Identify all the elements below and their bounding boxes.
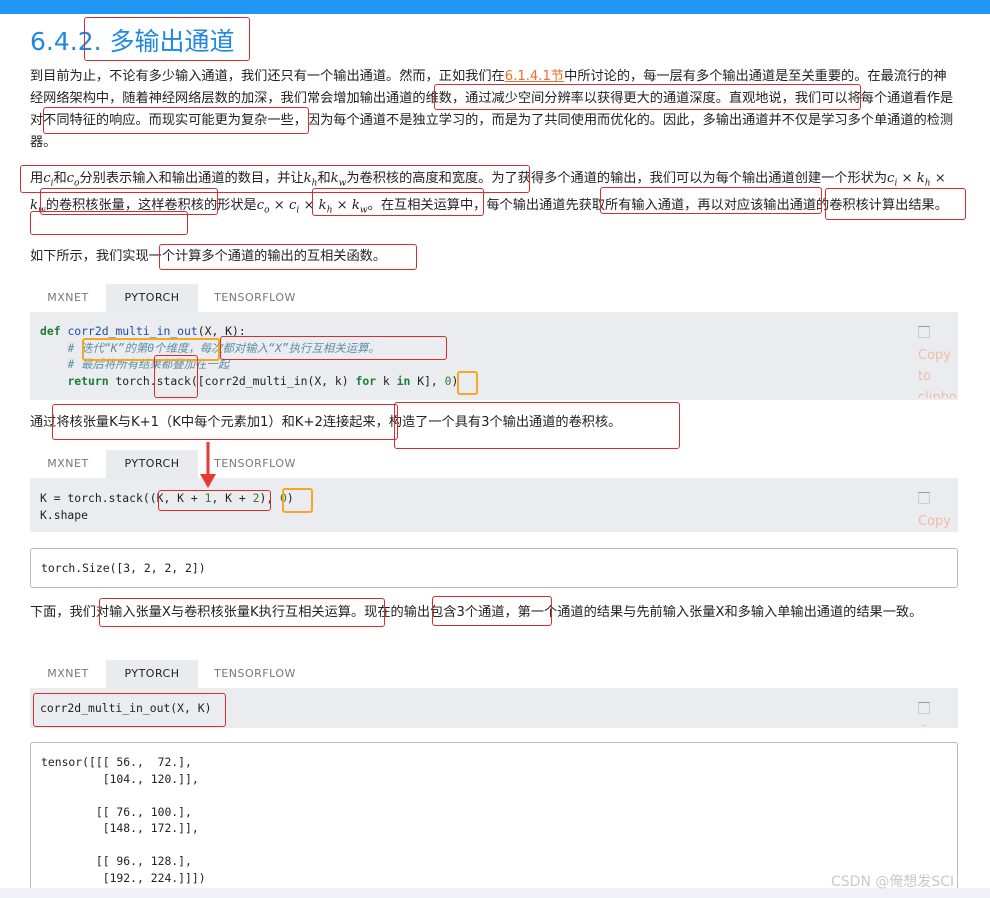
paragraph-definitions: 用ci和co分别表示输入和输出通道的数目，并让kh和kw为卷积核的高度和宽度。为… [30, 168, 958, 221]
broken-image-icon [918, 492, 930, 504]
paragraph-compute: 下面，我们对输入张量X与卷积核张量K执行互相关运算。现在的输出包含3个通道，第一… [30, 605, 923, 620]
paragraph-implement: 如下所示，我们实现一个计算多个通道的输出的互相关函数。 [30, 249, 387, 264]
tab-mxnet[interactable]: MXNET [30, 660, 106, 688]
code-block-corr2d: def corr2d_multi_in_out(X, K): # 迭代“K”的第… [30, 312, 958, 400]
math-ci: ci [43, 171, 54, 189]
output-text: tensor([[[ 56., 72.], [104., 120.]], [[ … [41, 755, 206, 885]
framework-tabs: MXNET PYTORCH TENSORFLOW [30, 284, 958, 312]
broken-image-icon [918, 702, 930, 714]
tab-pytorch[interactable]: PYTORCH [106, 660, 198, 688]
paragraph-text: 到目前为止，不论有多少输入通道，我们还只有一个输出通道。然而，正如我们在 [30, 69, 505, 84]
framework-tabs: MXNET PYTORCH TENSORFLOW [30, 660, 958, 688]
paragraph-intro: 到目前为止，不论有多少输入通道，我们还只有一个输出通道。然而，正如我们在6.1.… [30, 66, 958, 154]
tab-tensorflow[interactable]: TENSORFLOW [198, 284, 312, 312]
math-kh: kh [303, 171, 318, 189]
math-co: co [66, 171, 80, 189]
section-title: 多输出通道 [109, 27, 235, 56]
code-text: corr2d_multi_in_out(X, K) [40, 701, 212, 715]
output-shape: torch.Size([3, 2, 2, 2]) [30, 548, 958, 588]
broken-image-icon [918, 326, 930, 338]
paragraph-text: 。在互相关运算中，每个输出通道先获取所有输入通道，再以对应该输出通道的卷积核计算… [367, 197, 948, 213]
copy-to-clipboard-button[interactable]: Copy to clipbo [918, 324, 958, 398]
code-text: def corr2d_multi_in_out(X, K): # 迭代“K”的第… [40, 324, 459, 388]
section-heading: 6.4.2. 多输出通道 [30, 22, 235, 58]
paragraph-text: 用 [30, 171, 44, 186]
paragraph-text: 为卷积核的高度和宽度。为了获得多个通道的输出，我们可以为每个输出通道创建一个形状… [346, 171, 888, 186]
tab-pytorch[interactable]: PYTORCH [106, 284, 198, 312]
paragraph-text: 的卷积核张量，这样卷积核的形状是 [45, 197, 257, 213]
paragraph-text: 和 [317, 171, 331, 186]
paragraph-stack: 通过将核张量K与K+1（K中每个元素加1）和K+2连接起来，构造了一个具有3个输… [30, 415, 622, 430]
tab-tensorflow[interactable]: TENSORFLOW [198, 660, 312, 688]
tab-mxnet[interactable]: MXNET [30, 284, 106, 312]
math-kw: kw [330, 171, 347, 189]
section-link[interactable]: 6.1.4.1节 [505, 69, 564, 84]
copy-to-clipboard-button[interactable]: Copyto [918, 490, 958, 530]
code-text: K = torch.stack((K, K + 1, K + 2), 0) K.… [40, 491, 294, 522]
output-tensor: tensor([[[ 56., 72.], [104., 120.]], [[ … [30, 742, 958, 894]
framework-tabs: MXNET PYTORCH TENSORFLOW [30, 450, 958, 478]
code-block-stack: K = torch.stack((K, K + 1, K + 2), 0) K.… [30, 478, 958, 532]
output-text: torch.Size([3, 2, 2, 2]) [41, 561, 206, 575]
watermark: CSDN @俺想发SCI [831, 874, 955, 890]
paragraph-text: 和 [53, 171, 67, 186]
code-block-call: corr2d_multi_in_out(X, K) Copy [30, 688, 958, 728]
tab-pytorch[interactable]: PYTORCH [106, 450, 198, 478]
paragraph-text: 分别表示输入和输出通道的数目，并让 [79, 171, 304, 186]
copy-to-clipboard-button[interactable]: Copy [918, 700, 958, 726]
math-shape-full: co × ci × kh × kw [256, 197, 368, 216]
tab-mxnet[interactable]: MXNET [30, 450, 106, 478]
top-accent-bar [0, 0, 990, 14]
annotation-arrow [200, 442, 216, 488]
section-number: 6.4.2. [30, 27, 102, 56]
